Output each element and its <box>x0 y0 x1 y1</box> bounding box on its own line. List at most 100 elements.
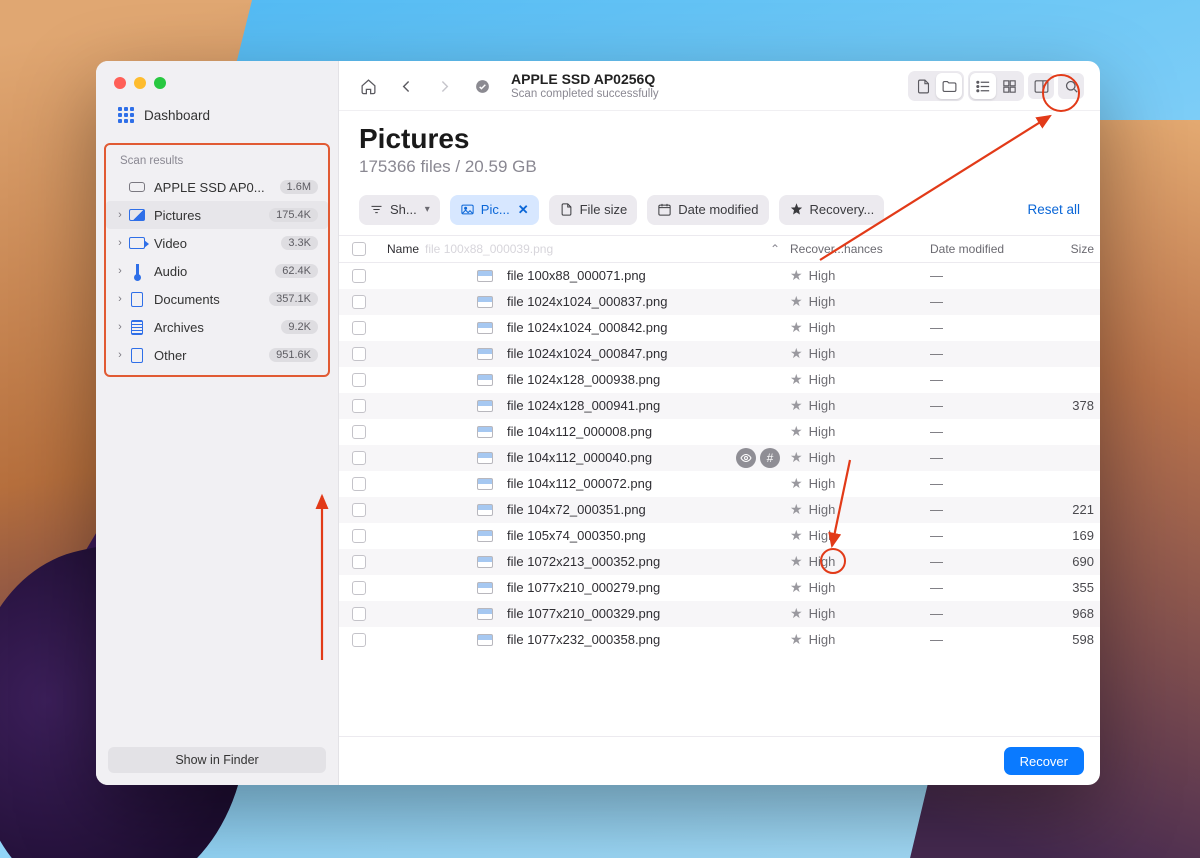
table-row[interactable]: file 1024x1024_000837.png#★High— <box>339 289 1100 315</box>
row-checkbox[interactable] <box>352 269 366 283</box>
filter-date[interactable]: Date modified <box>647 195 768 225</box>
recovery-chance: High <box>809 554 836 569</box>
table-row[interactable]: file 105x74_000350.png#★High—169 <box>339 523 1100 549</box>
sidebar-item-count: 357.1K <box>269 292 318 306</box>
row-checkbox[interactable] <box>352 347 366 361</box>
table-row[interactable]: file 104x72_000351.png#★High—221 <box>339 497 1100 523</box>
reset-filters-link[interactable]: Reset all <box>1027 202 1080 217</box>
home-button[interactable] <box>355 73 381 99</box>
recovery-chance: High <box>809 450 836 465</box>
file-thumb-icon <box>477 634 493 646</box>
dashboard-icon <box>118 107 134 123</box>
app-window: Dashboard Scan results APPLE SSD AP0... … <box>96 61 1100 785</box>
table-row[interactable]: file 1024x1024_000847.png#★High— <box>339 341 1100 367</box>
sidebar-item-label: Archives <box>154 320 204 335</box>
nav-back-button[interactable] <box>393 73 419 99</box>
date-modified: — <box>930 528 1040 543</box>
row-checkbox[interactable] <box>352 451 366 465</box>
sidebar-item-pictures[interactable]: ›Pictures175.4K <box>106 201 328 229</box>
column-date[interactable]: Date modified <box>930 242 1040 256</box>
star-icon: ★ <box>790 475 803 492</box>
maximize-button[interactable] <box>154 77 166 89</box>
recovery-chance: High <box>809 502 836 517</box>
table-row[interactable]: file 1072x213_000352.png#★High—690 <box>339 549 1100 575</box>
recovery-chance: High <box>809 632 836 647</box>
column-size[interactable]: Size <box>1040 242 1100 256</box>
row-checkbox[interactable] <box>352 607 366 621</box>
table-row[interactable]: file 1077x210_000279.png#★High—355 <box>339 575 1100 601</box>
file-name: file 104x72_000351.png <box>507 502 790 517</box>
sidebar-item-video[interactable]: ›Video3.3K <box>106 229 328 257</box>
row-checkbox[interactable] <box>352 399 366 413</box>
column-name[interactable]: Name file 100x88_000039.png ⌃ <box>379 242 790 256</box>
hex-icon[interactable]: # <box>760 448 780 468</box>
table-row[interactable]: file 100x88_000071.png#★High— <box>339 263 1100 289</box>
file-thumb-icon <box>477 348 493 360</box>
file-name: file 105x74_000350.png <box>507 528 790 543</box>
sidebar-item-archives[interactable]: ›Archives9.2K <box>106 313 328 341</box>
select-all-checkbox[interactable] <box>352 242 366 256</box>
view-files-button[interactable] <box>910 73 936 99</box>
star-icon: ★ <box>790 579 803 596</box>
file-name: file 1077x232_000358.png <box>507 632 790 647</box>
filter-size[interactable]: File size <box>549 195 638 225</box>
star-icon: ★ <box>790 267 803 284</box>
preview-icon[interactable] <box>736 448 756 468</box>
row-checkbox[interactable] <box>352 321 366 335</box>
date-modified: — <box>930 424 1040 439</box>
sidebar-item-count: 951.6K <box>269 348 318 362</box>
table-row[interactable]: file 104x112_000008.png#★High— <box>339 419 1100 445</box>
close-button[interactable] <box>114 77 126 89</box>
table-row[interactable]: file 1024x1024_000842.png#★High— <box>339 315 1100 341</box>
table-row[interactable]: file 1077x232_000358.png#★High—598 <box>339 627 1100 653</box>
row-checkbox[interactable] <box>352 477 366 491</box>
table-row[interactable]: file 1024x128_000941.png#★High—378 <box>339 393 1100 419</box>
row-checkbox[interactable] <box>352 529 366 543</box>
sidebar-item-other[interactable]: ›Other951.6K <box>106 341 328 369</box>
row-checkbox[interactable] <box>352 555 366 569</box>
star-icon: ★ <box>790 319 803 336</box>
table-row[interactable]: file 104x112_000072.png#★High— <box>339 471 1100 497</box>
file-size: 355 <box>1040 580 1100 595</box>
row-checkbox[interactable] <box>352 425 366 439</box>
file-size: 169 <box>1040 528 1100 543</box>
table-row[interactable]: file 1077x210_000329.png#★High—968 <box>339 601 1100 627</box>
device-row[interactable]: APPLE SSD AP0... 1.6M <box>106 173 328 201</box>
filter-type-active[interactable]: Pic... ✕ <box>450 195 539 225</box>
video-icon <box>128 234 146 252</box>
view-folders-button[interactable] <box>936 73 962 99</box>
row-checkbox[interactable] <box>352 373 366 387</box>
row-checkbox[interactable] <box>352 633 366 647</box>
date-modified: — <box>930 450 1040 465</box>
dashboard-nav[interactable]: Dashboard <box>96 89 338 137</box>
show-in-finder-button[interactable]: Show in Finder <box>108 747 326 773</box>
row-checkbox[interactable] <box>352 295 366 309</box>
date-modified: — <box>930 554 1040 569</box>
file-thumb-icon <box>477 504 493 516</box>
toggle-preview-button[interactable] <box>1028 73 1054 99</box>
sidebar-item-label: Pictures <box>154 208 201 223</box>
view-grid-button[interactable] <box>996 73 1022 99</box>
recovery-chance: High <box>809 268 836 283</box>
nav-forward-button[interactable] <box>431 73 457 99</box>
table-row[interactable]: file 1024x128_000938.png#★High— <box>339 367 1100 393</box>
sidebar-item-documents[interactable]: ›Documents357.1K <box>106 285 328 313</box>
star-icon: ★ <box>790 423 803 440</box>
date-modified: — <box>930 372 1040 387</box>
recover-button[interactable]: Recover <box>1004 747 1084 775</box>
file-size: 598 <box>1040 632 1100 647</box>
filter-recovery[interactable]: Recovery... <box>779 195 885 225</box>
file-name: file 1072x213_000352.png <box>507 554 790 569</box>
file-name: file 1024x1024_000847.png <box>507 346 790 361</box>
sidebar-item-audio[interactable]: ›Audio62.4K <box>106 257 328 285</box>
status-ok-icon <box>469 73 495 99</box>
column-recovery[interactable]: Recover...hances <box>790 242 930 256</box>
minimize-button[interactable] <box>134 77 146 89</box>
clear-filter-icon[interactable]: ✕ <box>518 202 529 218</box>
table-row[interactable]: file 104x112_000040.png#★High— <box>339 445 1100 471</box>
search-button[interactable] <box>1058 73 1084 99</box>
view-list-button[interactable] <box>970 73 996 99</box>
filter-show[interactable]: Sh... ▾ <box>359 195 440 225</box>
row-checkbox[interactable] <box>352 503 366 517</box>
row-checkbox[interactable] <box>352 581 366 595</box>
